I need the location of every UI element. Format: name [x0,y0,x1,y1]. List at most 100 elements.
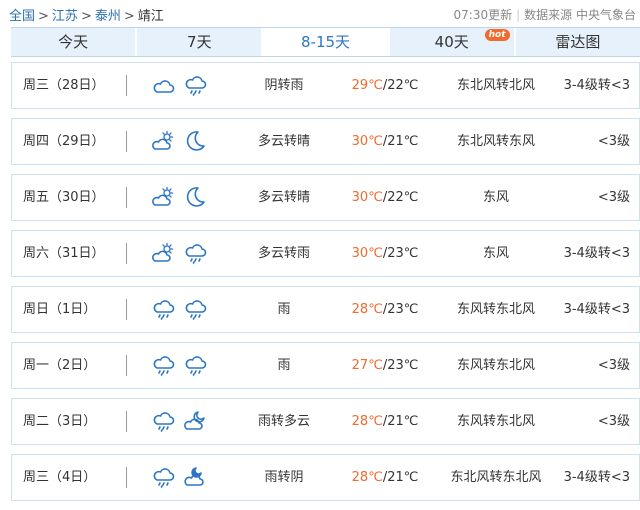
update-meta: 07:30更新 | 数据来源 中央气象台 [454,6,636,23]
wind-direction: 东风 [482,190,509,205]
weather-desc: 多云转晴 [257,190,310,205]
temp-low: /23℃ [382,302,419,317]
row-divider [126,75,127,96]
breadcrumb: 全国 > 江苏 > 泰州 > 靖江 [9,5,164,24]
forecast-date: 周一（2日） [23,358,97,373]
row-divider [126,467,127,488]
row-divider [126,411,127,432]
forecast-row: 周三（28日） 阴转雨 29℃/22℃ 东北风转北风 3-4级转<3 [11,62,640,109]
breadcrumb-current: 靖江 [137,9,164,24]
temp-high: 30℃ [351,246,383,261]
night-cloudy-icon [184,411,205,430]
temp-low: /22℃ [382,190,419,205]
wind-direction: 东风转东北风 [456,302,535,317]
row-divider [126,131,127,152]
wind-level: 3-4级转<3 [563,470,630,485]
tab-label: 8-15天 [300,33,351,51]
temp-high: 30℃ [351,134,383,149]
tab-1[interactable]: 7天 [137,28,264,56]
wind-level: <3级 [597,358,630,373]
temperature: 27℃/23℃ [345,343,425,388]
tab-2[interactable]: 8-15天 [263,28,390,56]
weather-icons [151,185,215,209]
forecast-date: 周三（28日） [23,78,105,93]
row-divider [126,243,127,264]
rain-icon [153,468,175,488]
rain-icon [153,300,175,320]
weather-desc: 雨转阴 [264,470,304,485]
tab-3[interactable]: 40天 hot [390,28,516,56]
row-divider [126,187,127,208]
tab-0[interactable]: 今天 [11,28,138,56]
rain-icon [185,76,207,96]
wind-direction: 东北风转东风 [456,134,535,149]
update-time: 07:30更新 [453,8,513,22]
breadcrumb-separator: > [80,9,92,24]
weather-desc: 雨转多云 [257,414,310,429]
weather-desc: 阴转雨 [264,78,304,93]
tab-label: 今天 [58,33,89,51]
wind-direction: 东北风转东北风 [450,470,542,485]
temperature: 30℃/22℃ [345,175,425,220]
forecast-row: 周一（2日） 雨 27℃/23℃ 东风转东北风 <3级 [11,342,640,389]
moon-icon [186,187,205,207]
hot-badge: hot [484,29,510,41]
tab-4[interactable]: 雷达图 [516,28,640,56]
temp-low: /23℃ [382,358,419,373]
forecast-tabs: 今天 7天 8-15天 40天 hot 雷达图 [11,27,640,57]
temperature: 30℃/23℃ [345,231,425,276]
temp-high: 30℃ [351,190,383,205]
rain-icon [185,300,207,320]
wind-level: <3级 [597,134,630,149]
temp-high: 28℃ [351,302,383,317]
rain-icon [185,244,207,264]
wind-direction: 东风转东北风 [456,414,535,429]
temperature: 30℃/21℃ [345,119,425,164]
forecast-date: 周六（31日） [23,246,105,261]
rain-icon [153,412,175,432]
temp-low: /21℃ [382,470,419,485]
temp-high: 28℃ [351,414,383,429]
breadcrumb-separator: > [38,9,49,24]
temperature: 28℃/21℃ [345,399,425,444]
data-source: 数据来源 中央气象台 [524,8,636,22]
temp-low: /22℃ [382,78,419,93]
forecast-date: 周日（1日） [23,302,97,317]
wind-level: 3-4级转<3 [563,246,630,261]
partly-cloudy-icon [152,130,174,150]
breadcrumb-link-country[interactable]: 全国 [9,9,35,24]
temp-high: 28℃ [351,470,383,485]
temp-high: 27℃ [351,358,383,373]
partly-cloudy-icon [152,186,174,206]
temp-low: /21℃ [382,414,419,429]
tab-label: 7天 [187,33,212,51]
temperature: 29℃/22℃ [345,63,425,108]
wind-direction: 东风 [482,246,509,261]
breadcrumb-link-city[interactable]: 泰州 [95,9,121,24]
night-overcast-icon [184,467,204,486]
weather-icons [151,241,215,265]
forecast-list: 周三（28日） 阴转雨 29℃/22℃ 东北风转北风 3-4级转<3 周四（29日） 多云转… [11,62,640,510]
rain-icon [185,356,207,376]
cloud-icon [153,80,175,93]
row-divider [126,355,127,376]
forecast-row: 周四（29日） 多云转晴 30℃/21℃ 东北风转东风 <3级 [11,118,640,165]
weather-icons [151,129,215,153]
weather-desc: 雨 [277,358,291,373]
forecast-row: 周六（31日） 多云转雨 30℃/23℃ 东风 3-4级转<3 [11,230,640,277]
breadcrumb-link-province[interactable]: 江苏 [52,9,78,24]
forecast-date: 周三（4日） [23,470,97,485]
tab-label: 40天 [434,33,469,51]
wind-level: <3级 [597,190,630,205]
forecast-row: 周五（30日） 多云转晴 30℃/22℃ 东风 <3级 [11,174,640,221]
wind-level: 3-4级转<3 [563,78,630,93]
temp-high: 29℃ [351,78,383,93]
temp-low: /21℃ [382,134,419,149]
weather-icons [151,465,215,489]
weather-icons [151,73,215,97]
partly-cloudy-icon [152,242,174,262]
forecast-date: 周二（3日） [23,414,97,429]
weather-icons [151,297,215,321]
forecast-date: 周五（30日） [23,190,105,205]
weather-desc: 多云转晴 [257,134,310,149]
